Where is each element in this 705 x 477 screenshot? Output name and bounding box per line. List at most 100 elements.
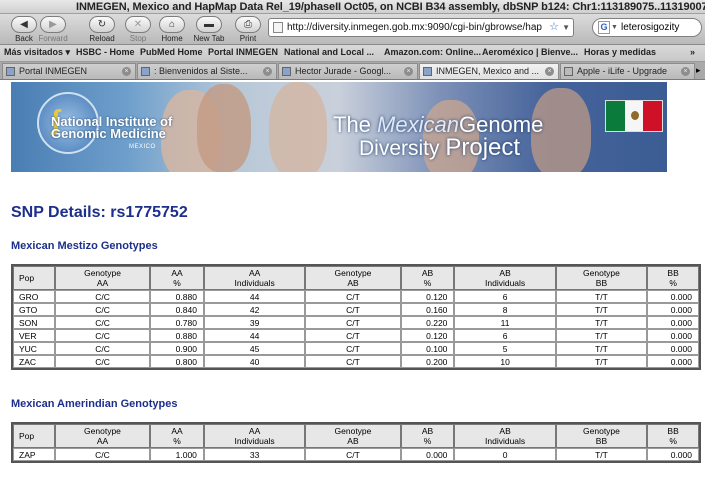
- table-header-row: Pop Genotype AA AA% AA Individuals Genotyp…: [13, 266, 699, 290]
- cell-genotype-ab: C/T: [305, 342, 401, 355]
- bookmark-most-visited[interactable]: Más visitados ▾: [4, 47, 70, 58]
- bookmark-star-icon[interactable]: ☆: [549, 19, 559, 36]
- tab-label: Hector Jurade - Googl...: [295, 66, 392, 76]
- cell-aa-individuals: 40: [203, 355, 306, 368]
- cell-ab-pct: 0.120: [400, 290, 455, 303]
- stop-button[interactable]: ✕: [125, 16, 151, 33]
- cell-ab-individuals: 0: [454, 448, 556, 461]
- new-tab-button[interactable]: ▬: [196, 16, 222, 33]
- table-row: YUC C/C 0.900 45 C/T 0.100 5 T/T 0.000: [13, 342, 699, 355]
- bookmark-national-local[interactable]: National and Local ...: [284, 47, 374, 57]
- home-button[interactable]: ⌂: [159, 16, 185, 33]
- tab-label: : Bienvenidos al Siste...: [154, 66, 248, 76]
- cell-genotype-bb: T/T: [555, 303, 648, 316]
- reload-icon: ↻: [97, 19, 107, 30]
- cell-genotype-bb: T/T: [555, 329, 648, 342]
- tab-close-icon[interactable]: ×: [263, 67, 272, 76]
- table-row: SON C/C 0.780 39 C/T 0.220 11 T/T 0.000: [13, 316, 699, 329]
- cell-genotype-aa: C/C: [54, 355, 151, 368]
- back-button[interactable]: ◀: [11, 16, 37, 33]
- tab-portal-inmegen[interactable]: Portal INMEGEN ×: [2, 63, 136, 79]
- new-tab-icon: ▬: [204, 19, 214, 30]
- cell-ab-individuals: 6: [454, 290, 556, 303]
- google-search-engine-icon[interactable]: G: [598, 21, 610, 34]
- cell-pop: GRO: [13, 290, 55, 303]
- search-field[interactable]: G ▼ leterosigozity: [592, 18, 702, 37]
- bookmark-aeromexico[interactable]: Aeroméxico | Bienve...: [482, 47, 578, 57]
- search-engine-dropdown-icon[interactable]: ▼: [611, 19, 618, 36]
- cell-aa-pct: 1.000: [150, 448, 204, 461]
- tab-apple[interactable]: Apple - iLife - Upgrade ×: [560, 63, 695, 79]
- cell-genotype-aa: C/C: [54, 290, 151, 303]
- col-header-bb-pct: BB%: [647, 266, 699, 290]
- url-bar[interactable]: http://diversity.inmegen.gob.mx:9090/cgi…: [268, 18, 574, 37]
- cell-ab-individuals: 11: [454, 316, 556, 329]
- col-header-ab-individuals: AB Individuals: [454, 266, 556, 290]
- amerindian-section-title: Mexican Amerindian Genotypes: [11, 398, 178, 410]
- cell-aa-individuals: 44: [203, 290, 306, 303]
- col-header-pop: Pop: [13, 266, 55, 290]
- bookmarks-overflow-icon[interactable]: »: [690, 47, 695, 57]
- col-header-pop: Pop: [13, 424, 55, 448]
- col-header-genotype-bb: Genotype BB: [555, 424, 648, 448]
- tab-bienvenidos[interactable]: : Bienvenidos al Siste... ×: [137, 63, 277, 79]
- bookmark-hsbc[interactable]: HSBC - Home: [76, 47, 135, 57]
- institute-name: National Institute of Genomic Medicine: [51, 115, 172, 141]
- tab-close-icon[interactable]: ×: [681, 67, 690, 76]
- cell-aa-pct: 0.840: [150, 303, 204, 316]
- cell-aa-individuals: 33: [203, 448, 306, 461]
- mexico-flag-icon: [605, 100, 663, 132]
- bookmark-portal-inmegen[interactable]: Portal INMEGEN: [208, 47, 278, 57]
- tab-close-icon[interactable]: ×: [545, 67, 554, 76]
- cell-genotype-bb: T/T: [555, 355, 648, 368]
- reload-button[interactable]: ↻: [89, 16, 115, 33]
- cell-ab-pct: 0.160: [400, 303, 455, 316]
- mestizo-genotype-table: Pop Genotype AA AA% AA Individuals Genotyp…: [11, 264, 701, 370]
- cell-ab-pct: 0.000: [400, 448, 455, 461]
- browser-toolbar: ◀ Back ▶ Forward ↻ Reload ✕ Stop ⌂ Home …: [0, 14, 705, 45]
- cell-genotype-bb: T/T: [555, 290, 648, 303]
- cell-genotype-aa: C/C: [54, 316, 151, 329]
- search-text: leterosigozity: [621, 22, 680, 33]
- cell-genotype-aa: C/C: [54, 448, 151, 461]
- cell-aa-pct: 0.900: [150, 342, 204, 355]
- page-favicon-icon: [273, 22, 283, 33]
- table-row: ZAC C/C 0.800 40 C/T 0.200 10 T/T 0.000: [13, 355, 699, 368]
- apple-icon: [564, 67, 573, 76]
- url-text: http://diversity.inmegen.gob.mx:9090/cgi…: [287, 22, 542, 33]
- cell-genotype-ab: C/T: [305, 290, 401, 303]
- favicon-icon: [423, 67, 432, 76]
- tab-google[interactable]: Hector Jurade - Googl... ×: [278, 63, 418, 79]
- bookmark-amazon[interactable]: Amazon.com: Online...: [384, 47, 481, 57]
- forward-arrow-icon: ▶: [49, 19, 57, 30]
- cell-aa-pct: 0.800: [150, 355, 204, 368]
- col-header-aa-pct: AA%: [150, 424, 204, 448]
- cell-genotype-ab: C/T: [305, 329, 401, 342]
- col-header-genotype-ab: Genotype AB: [305, 424, 401, 448]
- bookmark-horas-medidas[interactable]: Horas y medidas: [584, 47, 656, 57]
- url-history-dropdown-icon[interactable]: ▼: [562, 19, 570, 36]
- forward-label: Forward: [38, 34, 68, 43]
- new-tab-label: New Tab: [193, 34, 225, 43]
- col-header-aa-individuals: AA Individuals: [203, 424, 306, 448]
- tab-close-icon[interactable]: ×: [122, 67, 131, 76]
- tab-label: INMEGEN, Mexico and ...: [436, 66, 540, 76]
- institute-line2: Genomic Medicine: [51, 126, 166, 141]
- print-label: Print: [239, 34, 257, 43]
- header-banner: ʃ National Institute of Genomic Medicine…: [11, 82, 667, 172]
- col-header-genotype-bb: Genotype BB: [555, 266, 648, 290]
- forward-button[interactable]: ▶: [40, 16, 66, 33]
- cell-aa-pct: 0.880: [150, 290, 204, 303]
- col-header-aa-individuals: AA Individuals: [203, 266, 306, 290]
- cell-ab-individuals: 6: [454, 329, 556, 342]
- tab-inmegen-active[interactable]: INMEGEN, Mexico and ... ×: [419, 63, 559, 79]
- cell-genotype-ab: C/T: [305, 303, 401, 316]
- cell-bb-pct: 0.000: [647, 329, 699, 342]
- cell-aa-pct: 0.780: [150, 316, 204, 329]
- favicon-icon: [141, 67, 150, 76]
- tabs-overflow-icon[interactable]: ▸: [696, 65, 701, 76]
- project-subtitle: Diversity Project: [359, 134, 520, 162]
- bookmark-pubmed[interactable]: PubMed Home: [140, 47, 203, 57]
- tab-close-icon[interactable]: ×: [404, 67, 413, 76]
- print-button[interactable]: ⎙: [235, 16, 261, 33]
